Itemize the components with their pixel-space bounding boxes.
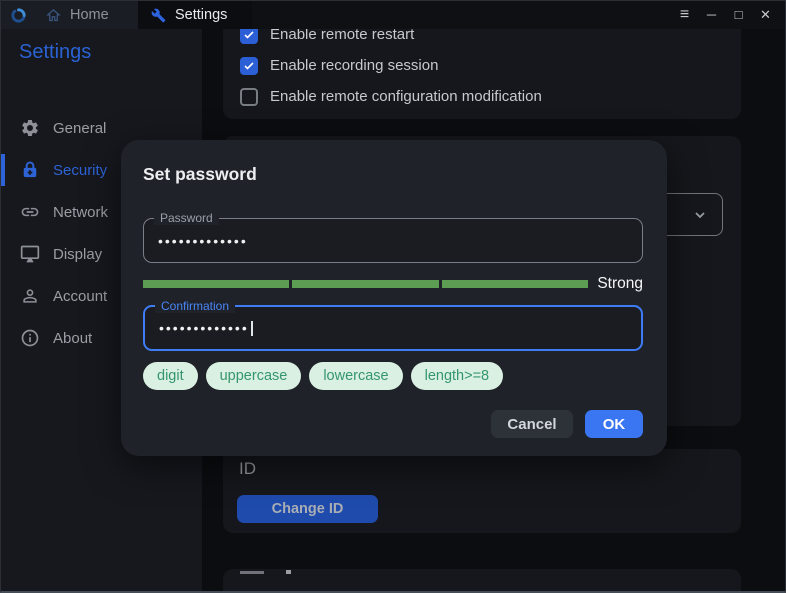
next-section-card [223, 569, 741, 593]
tab-home[interactable]: Home [46, 7, 109, 23]
permission-label: Enable remote restart [270, 29, 414, 43]
sidebar-title: Settings [19, 41, 202, 64]
sidebar-item-label: Account [53, 288, 107, 305]
checkbox-unchecked[interactable] [240, 88, 258, 106]
permission-row-remote-config[interactable]: Enable remote configuration modification [223, 81, 741, 112]
clipped-heading-fragment [286, 570, 291, 574]
text-caret [251, 321, 253, 336]
strength-label: Strong [597, 275, 643, 293]
id-section-heading: ID [239, 459, 741, 479]
password-masked-value: ••••••••••••• [144, 233, 248, 249]
dialog-title: Set password [143, 164, 667, 185]
person-icon [20, 286, 40, 306]
dialog-buttons: Cancel OK [143, 410, 643, 438]
lock-icon [20, 160, 40, 180]
strength-segment [143, 280, 289, 288]
change-id-button[interactable]: Change ID [237, 495, 378, 523]
sidebar-item-label: Network [53, 204, 108, 221]
password-field-label: Password [154, 211, 219, 225]
tab-settings[interactable]: Settings [138, 1, 252, 29]
set-password-dialog: Set password Password ••••••••••••• Stro… [121, 140, 667, 456]
tab-home-label: Home [70, 7, 109, 23]
menu-icon[interactable]: ≡ [671, 1, 698, 29]
chevron-down-icon [692, 207, 708, 223]
permissions-card: Enable remote restart Enable recording s… [223, 29, 741, 119]
gear-icon [20, 118, 40, 138]
confirmation-input[interactable]: Confirmation ••••••••••••• [143, 305, 643, 351]
requirement-chip-lowercase: lowercase [309, 362, 402, 390]
window-controls: ≡ ─ □ ✕ [671, 1, 779, 29]
close-icon[interactable]: ✕ [752, 1, 779, 29]
titlebar-left-group: Home [1, 1, 138, 29]
strength-segment [442, 280, 588, 288]
clipped-heading-fragment [240, 571, 264, 574]
tab-settings-label: Settings [175, 7, 227, 23]
sidebar-item-label: About [53, 330, 92, 347]
sidebar-item-label: General [53, 120, 106, 137]
maximize-icon[interactable]: □ [725, 1, 752, 29]
info-icon [20, 328, 40, 348]
sidebar-item-label: Display [53, 246, 102, 263]
minimize-icon[interactable]: ─ [698, 1, 725, 29]
checkbox-checked[interactable] [240, 57, 258, 75]
titlebar: Home Settings ≡ ─ □ ✕ [1, 1, 785, 29]
password-requirements: digit uppercase lowercase length>=8 [143, 362, 503, 390]
confirmation-masked-value: ••••••••••••• [145, 320, 249, 336]
app-logo-icon [10, 7, 27, 24]
strength-bar [143, 280, 588, 288]
requirement-chip-digit: digit [143, 362, 198, 390]
id-section-card: ID Change ID [223, 449, 741, 533]
requirement-chip-length: length>=8 [411, 362, 504, 390]
permission-row-remote-restart[interactable]: Enable remote restart [223, 29, 741, 50]
checkbox-checked[interactable] [240, 29, 258, 44]
active-item-indicator [1, 154, 5, 186]
link-icon [20, 202, 40, 222]
wrench-icon [151, 8, 166, 23]
permission-label: Enable remote configuration modification [270, 88, 542, 105]
permission-label: Enable recording session [270, 57, 438, 74]
password-strength-row: Strong [143, 275, 643, 293]
confirmation-field-label: Confirmation [155, 299, 235, 313]
requirement-chip-uppercase: uppercase [206, 362, 302, 390]
home-icon [46, 8, 61, 23]
cancel-button[interactable]: Cancel [491, 410, 573, 438]
permission-row-recording-session[interactable]: Enable recording session [223, 50, 741, 81]
app-window: Home Settings ≡ ─ □ ✕ Settings General [0, 0, 786, 593]
password-input[interactable]: Password ••••••••••••• [143, 218, 643, 263]
strength-segment [292, 280, 438, 288]
sidebar-item-label: Security [53, 162, 107, 179]
ok-button[interactable]: OK [585, 410, 643, 438]
monitor-icon [20, 244, 40, 264]
